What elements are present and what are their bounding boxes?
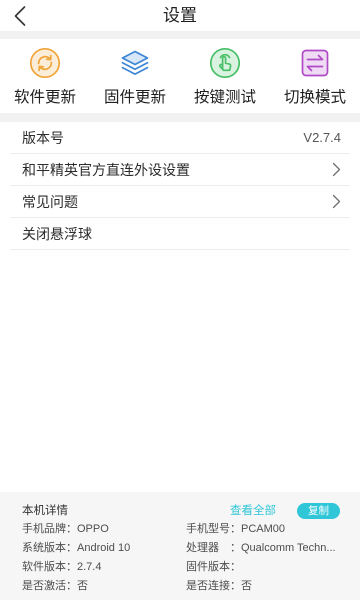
info-label: 是否连接： [186, 580, 241, 592]
device-info-row: 手机品牌：OPPO 手机型号：PCAM00 [0, 520, 360, 539]
device-info-row: 系统版本：Android 10 处理器 ：Qualcomm Techn... [0, 539, 360, 558]
swap-arrows-icon[interactable] [299, 47, 331, 79]
info-value: 2.7.4 [77, 561, 102, 573]
settings-list: 版本号 V2.7.4 和平精英官方直连外设设置 常见问题 关闭悬浮球 [0, 122, 360, 250]
device-info-title: 本机详情 [22, 505, 68, 517]
info-value: Android 10 [77, 542, 131, 554]
info-label: 手机型号： [186, 523, 241, 535]
device-info-header: 本机详情 查看全部 复制 [0, 492, 360, 520]
device-info-row: 软件版本：2.7.4 固件版本： [0, 558, 360, 577]
layers-icon[interactable] [119, 47, 151, 79]
phone-model: 手机型号：PCAM00 [186, 520, 350, 539]
info-label: 系统版本： [22, 542, 77, 554]
info-value: 否 [77, 580, 88, 592]
info-label: 软件版本： [22, 561, 77, 573]
firmware-update-label: 固件更新 [103, 89, 166, 106]
activation-status: 是否激活：否 [22, 577, 186, 596]
copy-button[interactable]: 复制 [297, 503, 340, 519]
close-floating-ball-label: 关闭悬浮球 [22, 225, 92, 242]
section-divider [0, 31, 360, 39]
settings-row-peripheral-settings[interactable]: 和平精英官方直连外设设置 [10, 154, 350, 186]
info-label: 是否激活： [22, 580, 77, 592]
finger-tap-icon[interactable] [209, 47, 241, 79]
info-label: 固件版本： [186, 561, 241, 573]
peripheral-settings-label: 和平精英官方直连外设设置 [22, 161, 190, 178]
settings-row-faq[interactable]: 常见问题 [10, 186, 350, 218]
device-info-panel: 本机详情 查看全部 复制 手机品牌：OPPO 手机型号：PCAM00 系统版本：… [0, 492, 360, 600]
info-value: Qualcomm Techn... [241, 542, 336, 554]
phone-brand: 手机品牌：OPPO [22, 520, 186, 539]
info-label: 处理器 ： [186, 542, 241, 554]
switch-mode-label: 切换模式 [283, 89, 346, 106]
switch-mode-button[interactable]: 切换模式 [270, 39, 360, 113]
back-button[interactable] [8, 4, 32, 28]
page-title: 设置 [163, 6, 197, 25]
chevron-left-icon[interactable] [13, 5, 27, 27]
chevron-right-icon [332, 194, 341, 209]
firmware-update-button[interactable]: 固件更新 [90, 39, 180, 113]
software-update-label: 软件更新 [13, 89, 76, 106]
info-label: 手机品牌： [22, 523, 77, 535]
view-all-link[interactable]: 查看全部 [230, 502, 276, 520]
connection-status: 是否连接：否 [186, 577, 350, 596]
version-label: 版本号 [22, 129, 64, 146]
settings-row-version: 版本号 V2.7.4 [10, 122, 350, 154]
processor: 处理器 ：Qualcomm Techn... [186, 539, 350, 558]
version-value: V2.7.4 [303, 130, 341, 145]
device-info-row: 是否激活：否 是否连接：否 [0, 577, 360, 596]
info-value: PCAM00 [241, 523, 286, 535]
section-divider [0, 113, 360, 122]
settings-row-close-floating-ball[interactable]: 关闭悬浮球 [10, 218, 350, 250]
os-version: 系统版本：Android 10 [22, 539, 186, 558]
chevron-right-icon [332, 162, 341, 177]
software-version: 软件版本：2.7.4 [22, 558, 186, 577]
refresh-icon[interactable] [29, 47, 61, 79]
quick-actions: 软件更新 固件更新 按键测试 切换模式 [0, 39, 360, 113]
firmware-version: 固件版本： [186, 558, 350, 577]
key-test-label: 按键测试 [193, 89, 256, 106]
key-test-button[interactable]: 按键测试 [180, 39, 270, 113]
info-value: 否 [241, 580, 252, 592]
info-value: OPPO [77, 523, 109, 535]
software-update-button[interactable]: 软件更新 [0, 39, 90, 113]
faq-label: 常见问题 [22, 193, 78, 210]
top-bar: 设置 [0, 0, 360, 31]
